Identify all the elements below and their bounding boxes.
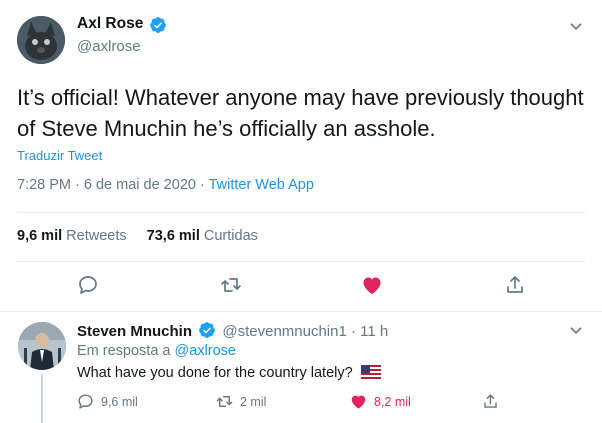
retweet-icon[interactable] [219,273,243,297]
reply-reply-count: 9,6 mil [101,394,138,409]
heart-icon[interactable] [360,273,384,297]
reply-share-action[interactable] [481,392,500,412]
chevron-down-icon[interactable] [565,320,587,342]
source-app-link[interactable]: Twitter Web App [209,177,314,193]
divider [17,212,585,213]
likes-label: Curtidas [203,228,258,244]
tweet-meta: 7:28 PM · 6 de mai de 2020 · Twitter Web… [17,177,314,193]
author-handle[interactable]: @axlrose [77,38,141,55]
timestamp[interactable]: 7:28 PM · 6 de mai de 2020 · [17,177,209,193]
us-flag-icon [360,365,381,379]
main-tweet: Axl Rose @axlrose It’s official! Whateve… [0,0,602,312]
thread-line [41,374,43,423]
retweets-stat[interactable]: 9,6 mil Retweets [17,228,127,244]
share-icon [484,394,497,408]
reply-icon [78,394,93,409]
retweet-icon [216,396,233,407]
retweets-label: Retweets [66,228,127,244]
reply-header: Steven Mnuchin @stevenmnuchin1 · 11 h [77,321,388,340]
author-name[interactable]: Axl Rose [77,15,143,33]
reply-context: Em resposta a @axlrose [77,343,236,359]
share-icon[interactable] [503,273,527,297]
reply-reply-action[interactable]: 9,6 mil [76,392,138,412]
reply-prefix: Em resposta a [77,343,171,359]
heart-icon [351,395,366,409]
reply-author-handle[interactable]: @stevenmnuchin1 [222,323,346,340]
reply-retweet-action[interactable]: 2 mil [215,392,266,412]
reply-text-body: What have you done for the country latel… [77,365,353,381]
divider [17,261,585,262]
likes-count: 73,6 mil [146,228,200,244]
reply-mention[interactable]: @axlrose [175,343,236,359]
reply-icon[interactable] [76,273,100,297]
reply-like-count: 8,2 mil [374,394,411,409]
tweet-stats: 9,6 mil Retweets 73,6 mil Curtidas [17,228,274,244]
reply-time[interactable]: · 11 h [351,323,388,340]
tweet-text: It’s official! Whatever anyone may have … [17,85,584,141]
verified-icon [150,17,166,33]
chevron-down-icon[interactable] [565,16,587,38]
retweets-count: 9,6 mil [17,228,63,244]
author-avatar[interactable] [17,16,65,64]
reply-author-avatar[interactable] [18,322,66,370]
reply-text: What have you done for the country latel… [77,365,381,381]
likes-stat[interactable]: 73,6 mil Curtidas [147,228,258,244]
reply-like-action[interactable]: 8,2 mil [349,392,411,412]
translate-link[interactable]: Traduzir Tweet [17,148,102,163]
reply-retweet-count: 2 mil [240,394,267,409]
reply-author-name[interactable]: Steven Mnuchin [77,323,192,340]
verified-icon [199,322,216,338]
